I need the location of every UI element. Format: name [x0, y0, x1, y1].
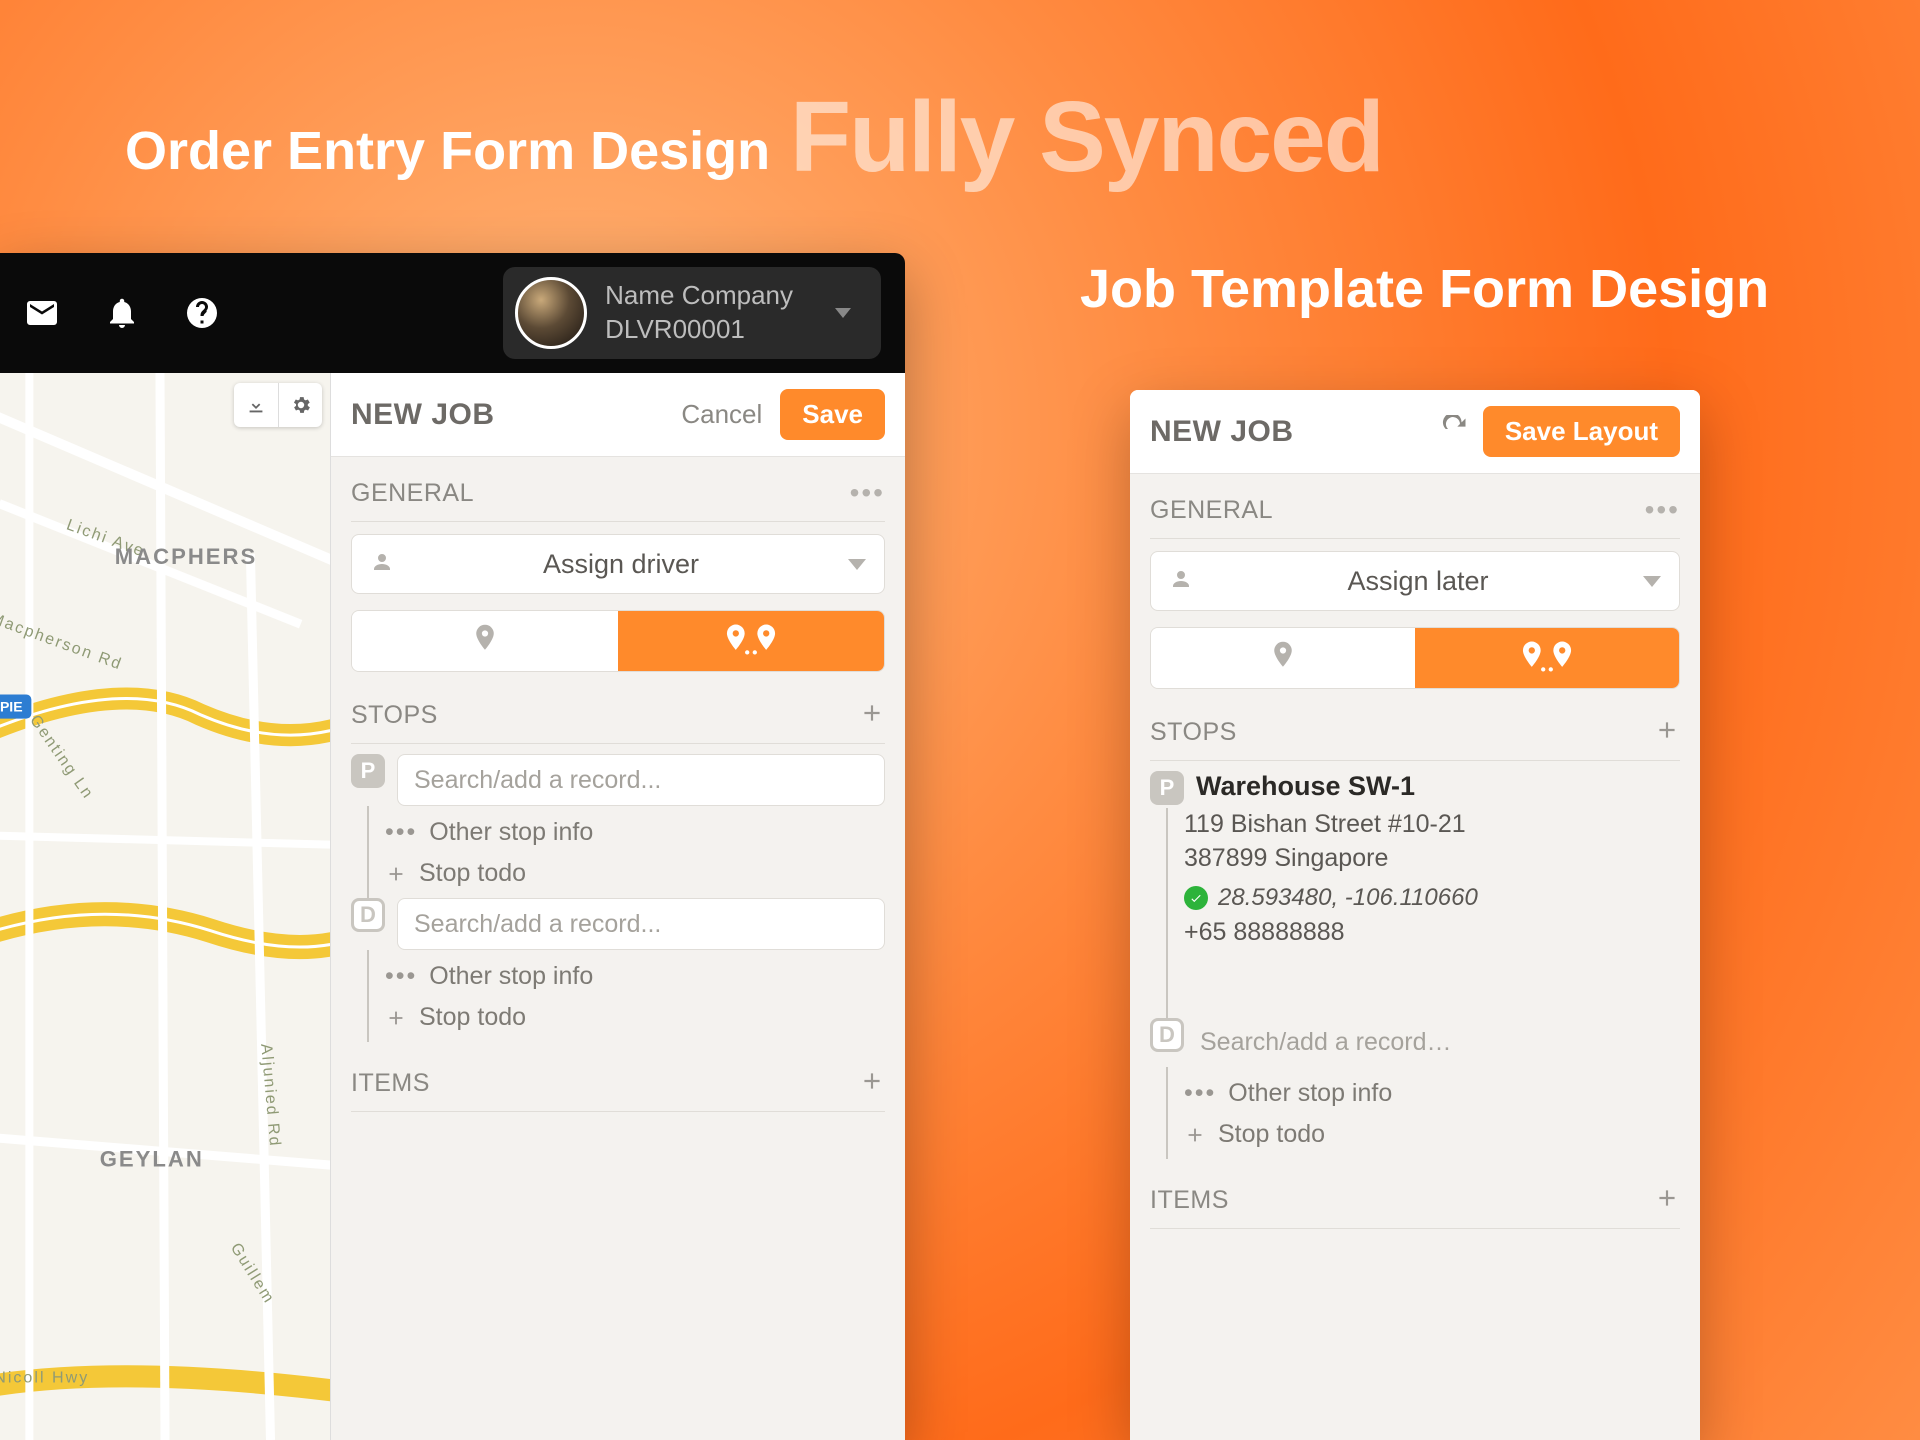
map-label: MACPHERS — [115, 544, 258, 569]
chevron-down-icon — [1643, 576, 1661, 587]
dropoff-badge-icon: D — [351, 898, 385, 932]
pickup-address-1: 119 Bishan Street #10-21 — [1184, 808, 1680, 842]
mode-single[interactable] — [352, 611, 618, 671]
assign-later-select[interactable]: Assign later — [1150, 551, 1680, 611]
dropoff-search-input[interactable]: Search/add a record… — [1196, 1018, 1680, 1067]
other-stop-info-button[interactable]: ••• Other stop info — [385, 962, 885, 991]
job-template-panel: NEW JOB Save Layout GENERAL ••• Assign l… — [1130, 390, 1700, 1440]
check-icon — [1184, 886, 1208, 910]
chevron-down-icon — [835, 308, 851, 318]
save-layout-button[interactable]: Save Layout — [1483, 406, 1680, 457]
section-more-icon[interactable]: ••• — [1645, 494, 1680, 526]
section-items: ITEMS — [1150, 1186, 1229, 1215]
add-stop-button[interactable] — [859, 700, 885, 731]
map-label: GEYLAN — [100, 1147, 204, 1172]
section-stops: STOPS — [1150, 718, 1237, 747]
heading-right: Job Template Form Design — [1080, 258, 1769, 320]
pickup-coords: 28.593480, -106.110660 — [1184, 884, 1680, 912]
order-entry-panel: Name Company DLVR00001 Lichi — [0, 253, 905, 1440]
person-icon — [370, 550, 394, 579]
map-label: Nicoll Hwy — [0, 1369, 89, 1387]
assign-driver-label: Assign driver — [394, 549, 848, 580]
pickup-phone: +65 88888888 — [1184, 918, 1680, 947]
cancel-button[interactable]: Cancel — [681, 399, 762, 430]
pickup-badge-icon: P — [1150, 771, 1184, 805]
map-controls — [234, 383, 322, 427]
map[interactable]: Lichi Ave MACPHERS Macpherson Rd Genting… — [0, 373, 330, 1440]
section-more-icon[interactable]: ••• — [850, 477, 885, 509]
svg-text:PIE: PIE — [0, 699, 23, 715]
assign-later-label: Assign later — [1193, 566, 1643, 597]
mode-multi[interactable] — [1415, 628, 1679, 688]
bell-icon[interactable] — [104, 295, 140, 331]
assign-driver-select[interactable]: Assign driver — [351, 534, 885, 594]
account-name: Name Company — [605, 279, 793, 313]
heading-left: Order Entry Form Design — [125, 120, 770, 182]
save-button[interactable]: Save — [780, 389, 885, 440]
job-mode-toggle — [351, 610, 885, 672]
add-item-button[interactable] — [1654, 1185, 1680, 1216]
new-job-form: NEW JOB Cancel Save GENERAL ••• Assign d… — [330, 373, 905, 1440]
stop-todo-button[interactable]: Stop todo — [1184, 1120, 1680, 1149]
mode-multi[interactable] — [618, 611, 884, 671]
form-title: NEW JOB — [1150, 415, 1294, 449]
add-stop-button[interactable] — [1654, 717, 1680, 748]
map-settings-button[interactable] — [278, 383, 322, 427]
avatar — [515, 277, 587, 349]
add-item-button[interactable] — [859, 1068, 885, 1099]
stop-todo-button[interactable]: Stop todo — [385, 859, 885, 888]
dropoff-search-input[interactable] — [397, 898, 885, 950]
account-switcher[interactable]: Name Company DLVR00001 — [503, 267, 881, 359]
other-stop-info-button[interactable]: ••• Other stop info — [1184, 1079, 1680, 1108]
job-mode-toggle — [1150, 627, 1680, 689]
section-stops: STOPS — [351, 701, 438, 730]
refresh-button[interactable] — [1441, 415, 1469, 448]
stop-todo-button[interactable]: Stop todo — [385, 1003, 885, 1032]
person-icon — [1169, 567, 1193, 596]
section-general: GENERAL — [1150, 496, 1273, 525]
section-items: ITEMS — [351, 1069, 430, 1098]
road-badge-pie: PIE — [0, 695, 31, 719]
topbar: Name Company DLVR00001 — [0, 253, 905, 373]
help-icon[interactable] — [184, 295, 220, 331]
pickup-search-input[interactable] — [397, 754, 885, 806]
map-download-button[interactable] — [234, 383, 278, 427]
other-stop-info-button[interactable]: ••• Other stop info — [385, 818, 885, 847]
dropoff-badge-icon: D — [1150, 1018, 1184, 1052]
mode-single[interactable] — [1151, 628, 1415, 688]
section-general: GENERAL — [351, 479, 474, 508]
mail-icon[interactable] — [24, 295, 60, 331]
pickup-name: Warehouse SW-1 — [1196, 771, 1680, 802]
form-title: NEW JOB — [351, 398, 495, 432]
chevron-down-icon — [848, 559, 866, 570]
account-id: DLVR00001 — [605, 313, 793, 347]
pickup-badge-icon: P — [351, 754, 385, 788]
pickup-address-2: 387899 Singapore — [1184, 842, 1680, 876]
heading-main: Fully Synced — [790, 80, 1383, 195]
